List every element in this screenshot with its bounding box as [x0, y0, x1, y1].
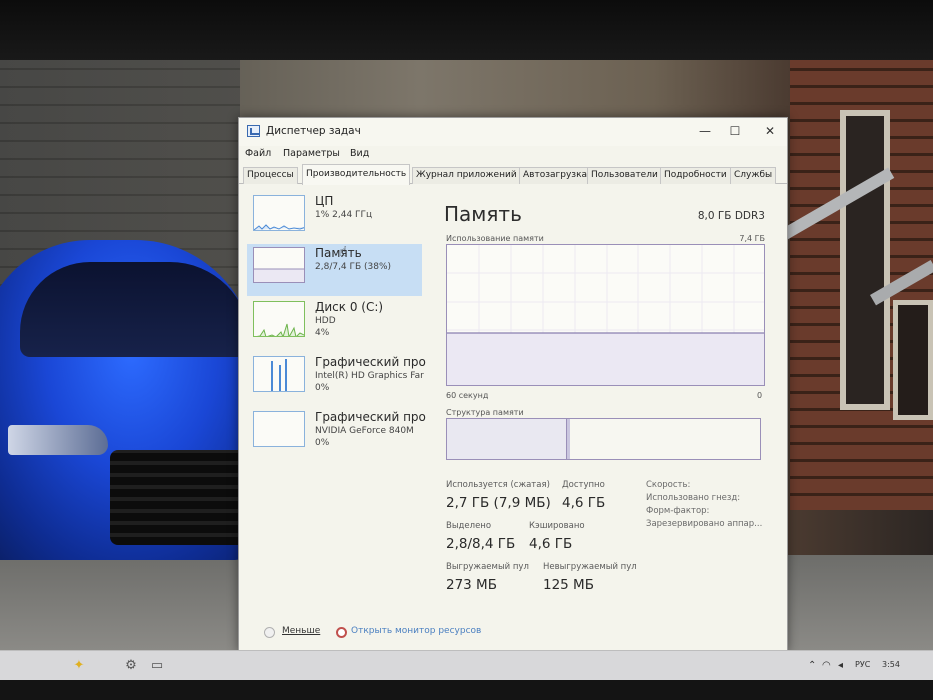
maximize-button[interactable]: ☐ — [725, 123, 745, 139]
committed-label: Выделено — [446, 521, 492, 531]
resource-detail: HDD — [315, 316, 336, 326]
slots-used-label: Использовано гнезд: — [646, 493, 741, 503]
network-icon[interactable]: ◠ — [822, 660, 831, 671]
resource-disk[interactable]: Диск 0 (C:) HDD 4% — [247, 298, 422, 350]
clock[interactable]: 3:54 — [882, 660, 900, 669]
tab-users[interactable]: Пользователи — [587, 167, 662, 184]
resource-detail: NVIDIA GeForce 840M — [315, 426, 414, 436]
structure-label: Структура памяти — [446, 408, 524, 417]
memory-usage-graph-svg — [447, 245, 764, 385]
disk-thumbnail-graph — [253, 301, 305, 337]
paged-pool-value: 273 МБ — [446, 577, 497, 593]
in-use-label: Используется (сжатая) — [446, 480, 550, 490]
wallpaper-car-grille — [110, 450, 250, 545]
resource-usage: 4% — [315, 328, 330, 338]
usage-graph-label: Использование памяти — [446, 234, 544, 243]
resource-usage: 0% — [315, 383, 330, 393]
memory-usage-graph — [446, 244, 765, 386]
close-button[interactable]: ✕ — [760, 123, 780, 139]
task-manager-icon — [247, 125, 260, 137]
nonpaged-pool-value: 125 МБ — [543, 577, 594, 593]
memory-thumbnail-graph — [253, 247, 305, 283]
available-label: Доступно — [562, 480, 605, 490]
wallpaper-window — [840, 110, 890, 410]
menu-file[interactable]: Файл — [245, 148, 271, 159]
chevron-up-icon[interactable] — [264, 627, 275, 638]
in-use-value: 2,7 ГБ (7,9 МБ) — [446, 495, 551, 511]
form-factor-label: Форм-фактор: — [646, 506, 710, 516]
wallpaper-car-windshield — [20, 262, 250, 357]
memory-composition-bar — [446, 418, 761, 460]
tab-performance[interactable]: Производительность — [302, 164, 411, 185]
resource-gpu-0[interactable]: Графический про Intel(R) HD Graphics Far… — [247, 353, 426, 405]
task-manager-window: Диспетчер задач — ☐ ✕ Файл Параметры Вид… — [238, 117, 788, 652]
usage-area — [447, 333, 764, 385]
tab-details[interactable]: Подробности — [660, 167, 731, 184]
resource-name: ЦП — [315, 194, 334, 208]
mouse-cursor-icon: ☝ — [339, 244, 348, 260]
wallpaper-window-2 — [893, 300, 933, 420]
resource-memory[interactable]: Память 2,8/7,4 ГБ (38%) ☝ — [247, 244, 422, 296]
sparkle-icon[interactable]: ✦ — [70, 657, 88, 675]
usage-graph-max: 7,4 ГБ — [739, 234, 765, 243]
paged-pool-label: Выгружаемый пул — [446, 562, 529, 572]
tab-app-history[interactable]: Журнал приложений — [412, 167, 521, 184]
resource-gpu-1[interactable]: Графический про NVIDIA GeForce 840M 0% — [247, 408, 426, 460]
tab-processes[interactable]: Процессы — [243, 167, 298, 184]
gpu0-thumbnail-graph — [253, 356, 305, 392]
resource-name: Диск 0 (C:) — [315, 300, 384, 314]
graph-time-left: 60 секунд — [446, 391, 489, 400]
monitor-bezel-bottom — [0, 680, 933, 700]
tab-bar: Процессы Производительность Журнал прило… — [239, 164, 787, 185]
menu-view[interactable]: Вид — [350, 148, 369, 159]
nonpaged-pool-label: Невыгружаемый пул — [543, 562, 637, 572]
resource-detail: 2,8/7,4 ГБ (38%) — [315, 262, 392, 272]
memory-heading: Память — [444, 202, 522, 226]
window-title: Диспетчер задач — [266, 125, 361, 137]
graph-time-right: 0 — [757, 391, 763, 400]
memory-spec: 8,0 ГБ DDR3 — [697, 210, 765, 222]
menu-bar: Файл Параметры Вид — [239, 146, 787, 164]
minimize-button[interactable]: — — [695, 123, 715, 139]
cached-value: 4,6 ГБ — [529, 536, 573, 552]
volume-icon[interactable]: ◂ — [838, 660, 843, 671]
open-resource-monitor-link[interactable]: Открыть монитор ресурсов — [351, 626, 481, 636]
resource-name: Графический про — [315, 410, 426, 424]
resource-monitor-icon — [336, 627, 347, 638]
taskbar: ✦ ⚙ ▭ ⌃ ◠ ◂ РУС 3:54 — [0, 650, 933, 680]
resource-usage: 0% — [315, 438, 330, 448]
title-bar[interactable]: Диспетчер задач — ☐ ✕ — [239, 118, 787, 146]
composition-modified — [567, 419, 570, 459]
menu-options[interactable]: Параметры — [283, 148, 340, 159]
fewer-details-link[interactable]: Меньше — [282, 626, 320, 636]
cpu-thumbnail-graph — [253, 195, 305, 231]
language-indicator[interactable]: РУС — [855, 660, 870, 669]
committed-value: 2,8/8,4 ГБ — [446, 536, 516, 552]
resource-cpu[interactable]: ЦП 1% 2,44 ГГц — [247, 192, 422, 244]
resource-name: Графический про — [315, 355, 426, 369]
tab-services[interactable]: Службы — [730, 167, 777, 184]
tray-chevron-icon[interactable]: ⌃ — [808, 660, 816, 671]
available-value: 4,6 ГБ — [562, 495, 606, 511]
gpu1-thumbnail-graph — [253, 411, 305, 447]
tab-startup[interactable]: Автозагрузка — [519, 167, 592, 184]
hardware-reserved-label: Зарезервировано аппар... — [646, 519, 763, 529]
speed-label: Скорость: — [646, 480, 691, 490]
taskbar-app-icon[interactable]: ▭ — [148, 657, 166, 675]
wallpaper-car-headlight — [8, 425, 108, 455]
resource-detail: Intel(R) HD Graphics Far — [315, 371, 424, 381]
cached-label: Кэшировано — [529, 521, 585, 531]
composition-in-use — [447, 419, 567, 459]
settings-gear-icon[interactable]: ⚙ — [122, 657, 140, 675]
resource-detail: 1% 2,44 ГГц — [315, 210, 373, 220]
